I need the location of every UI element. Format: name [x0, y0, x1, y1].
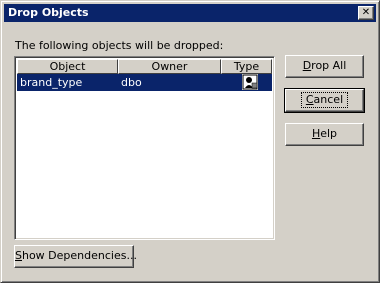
user-defined-type-icon — [242, 74, 258, 90]
drop-all-button[interactable]: Drop All — [285, 55, 364, 78]
column-header-object[interactable]: Object — [17, 59, 118, 74]
cell-owner: dbo — [121, 76, 142, 89]
title-bar[interactable]: Drop Objects ✕ — [4, 4, 376, 22]
column-header-type[interactable]: Type — [221, 59, 272, 74]
column-header-owner[interactable]: Owner — [118, 59, 221, 74]
drop-objects-dialog: Drop Objects ✕ The following objects wil… — [0, 0, 380, 283]
table-row[interactable]: brand_type dbo — [17, 74, 272, 91]
objects-caption: The following objects will be dropped: — [15, 39, 224, 52]
focus-rect: Cancel — [300, 92, 349, 108]
help-button[interactable]: Help — [285, 123, 364, 146]
cancel-button[interactable]: Cancel — [284, 88, 365, 113]
close-icon: ✕ — [361, 7, 371, 18]
cell-object: brand_type — [20, 76, 83, 89]
objects-list[interactable]: Object Owner Type brand_type dbo — [14, 56, 275, 240]
close-button[interactable]: ✕ — [358, 6, 374, 20]
show-dependencies-button[interactable]: Show Dependencies... — [14, 245, 137, 268]
dialog-title: Drop Objects — [8, 6, 89, 19]
